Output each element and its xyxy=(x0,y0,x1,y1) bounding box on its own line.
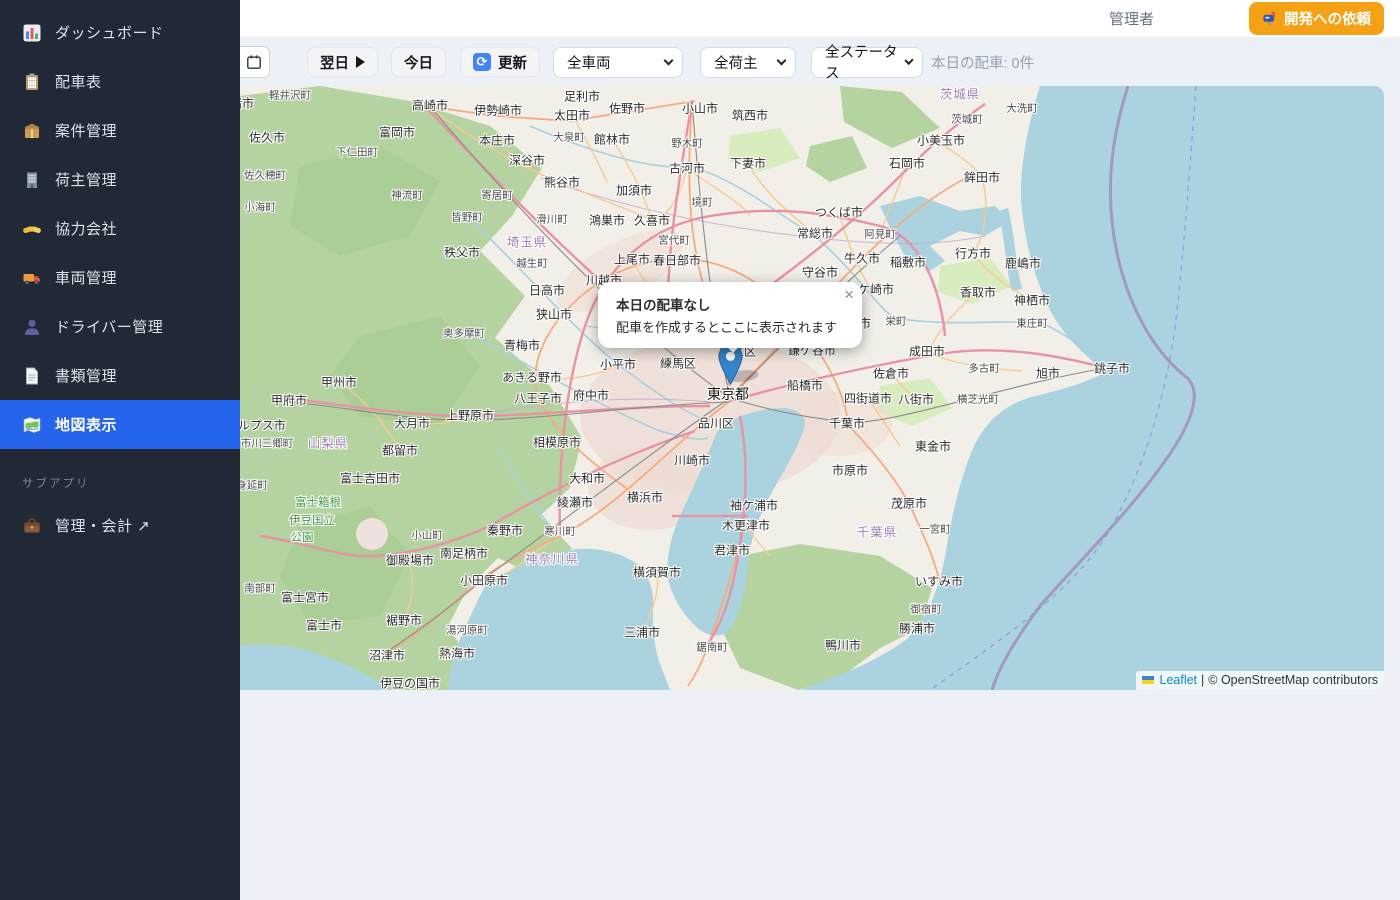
map-toolbar: 翌日 今日 ⟳ 更新 全車両 全荷主 全ステータス 本日の配車: 0件 xyxy=(240,38,1400,86)
today-label: 今日 xyxy=(404,52,433,73)
today-button[interactable]: 今日 xyxy=(391,47,446,77)
chevron-down-icon xyxy=(777,56,787,66)
dev-request-button[interactable]: 開発への依頼 xyxy=(1249,2,1384,35)
sidebar-item-label: ドライバー管理 xyxy=(55,316,163,337)
sidebar-item-dashboard[interactable]: ダッシュボード xyxy=(0,8,240,57)
sidebar: ダッシュボード 配車表 案件管理 荷主管理 協力会社 車両管理 ドライバー管理 … xyxy=(0,0,240,900)
sidebar-item-dispatch-table[interactable]: 配車表 xyxy=(0,57,240,106)
chevron-down-icon xyxy=(664,56,674,66)
sidebar-item-label: 書類管理 xyxy=(55,365,117,386)
sidebar-item-partners[interactable]: 協力会社 xyxy=(0,204,240,253)
leaflet-map[interactable]: 軽井沢町小諸市高崎市伊勢崎市太田市足利市佐野市小山市筑西市茨城県茨城町大洗町小美… xyxy=(240,86,1384,690)
dispatch-count-label: 本日の配車: 0件 xyxy=(931,52,1034,73)
top-header: 管理者 開発への依頼 xyxy=(240,0,1400,38)
sidebar-section-label: サブアプリ xyxy=(0,449,240,501)
sidebar-item-label: ダッシュボード xyxy=(55,22,164,43)
popup-title: 本日の配車なし xyxy=(616,294,840,314)
vehicle-filter-select[interactable]: 全車両 xyxy=(553,47,683,78)
partner-icon xyxy=(22,219,42,239)
sidebar-item-label: 車両管理 xyxy=(55,267,117,288)
briefcase-icon xyxy=(22,516,42,536)
sidebar-item-cases[interactable]: 案件管理 xyxy=(0,106,240,155)
sidebar-item-admin-accounting[interactable]: 管理・会計 ↗ xyxy=(0,501,240,550)
vehicle-filter-value: 全車両 xyxy=(567,52,611,73)
status-filter-value: 全ステータス xyxy=(825,41,898,83)
dashboard-icon xyxy=(22,23,42,43)
case-icon xyxy=(22,121,42,141)
sidebar-item-shippers[interactable]: 荷主管理 xyxy=(0,155,240,204)
vehicle-icon xyxy=(22,268,42,288)
driver-icon xyxy=(22,317,42,337)
shipper-filter-select[interactable]: 全荷主 xyxy=(700,47,796,78)
popup-close-button[interactable]: × xyxy=(844,286,854,303)
sidebar-item-documents[interactable]: 書類管理 xyxy=(0,351,240,400)
mailbox-icon xyxy=(1262,11,1277,26)
next-day-button[interactable]: 翌日 xyxy=(307,47,378,77)
attribution-separator: | xyxy=(1201,673,1204,687)
dev-request-label: 開発への依頼 xyxy=(1284,8,1371,29)
sidebar-item-drivers[interactable]: ドライバー管理 xyxy=(0,302,240,351)
chevron-down-icon xyxy=(904,56,913,65)
map-icon xyxy=(22,415,42,435)
sidebar-item-label: 管理・会計 ↗ xyxy=(55,515,150,536)
shipper-icon xyxy=(22,170,42,190)
sidebar-item-label: 協力会社 xyxy=(55,218,117,239)
calendar-icon xyxy=(246,54,262,70)
osm-credit: © OpenStreetMap contributors xyxy=(1208,673,1378,687)
refresh-label: 更新 xyxy=(498,52,527,73)
popup-body: 配車を作成するとここに表示されます xyxy=(616,317,840,336)
map-canvas xyxy=(240,86,1384,690)
refresh-icon: ⟳ xyxy=(473,53,491,71)
map-attribution: Leaflet | © OpenStreetMap contributors xyxy=(1136,671,1385,690)
sidebar-item-vehicles[interactable]: 車両管理 xyxy=(0,253,240,302)
ukraine-flag-icon xyxy=(1142,676,1154,684)
leaflet-link[interactable]: Leaflet xyxy=(1160,673,1198,687)
document-icon xyxy=(22,366,42,386)
user-role-label: 管理者 xyxy=(1109,8,1154,29)
play-icon xyxy=(356,56,365,68)
status-filter-select[interactable]: 全ステータス xyxy=(811,47,923,78)
refresh-button[interactable]: ⟳ 更新 xyxy=(460,47,540,77)
next-day-label: 翌日 xyxy=(320,52,349,73)
map-popup: × 本日の配車なし 配車を作成するとここに表示されます xyxy=(598,282,862,348)
sidebar-item-label: 地図表示 xyxy=(55,414,117,435)
sidebar-item-map-view[interactable]: 地図表示 xyxy=(0,400,240,449)
dispatch-table-icon xyxy=(22,72,42,92)
sidebar-item-label: 案件管理 xyxy=(55,120,117,141)
sidebar-item-label: 荷主管理 xyxy=(55,169,117,190)
sidebar-item-label: 配車表 xyxy=(55,71,102,92)
shipper-filter-value: 全荷主 xyxy=(714,52,758,73)
